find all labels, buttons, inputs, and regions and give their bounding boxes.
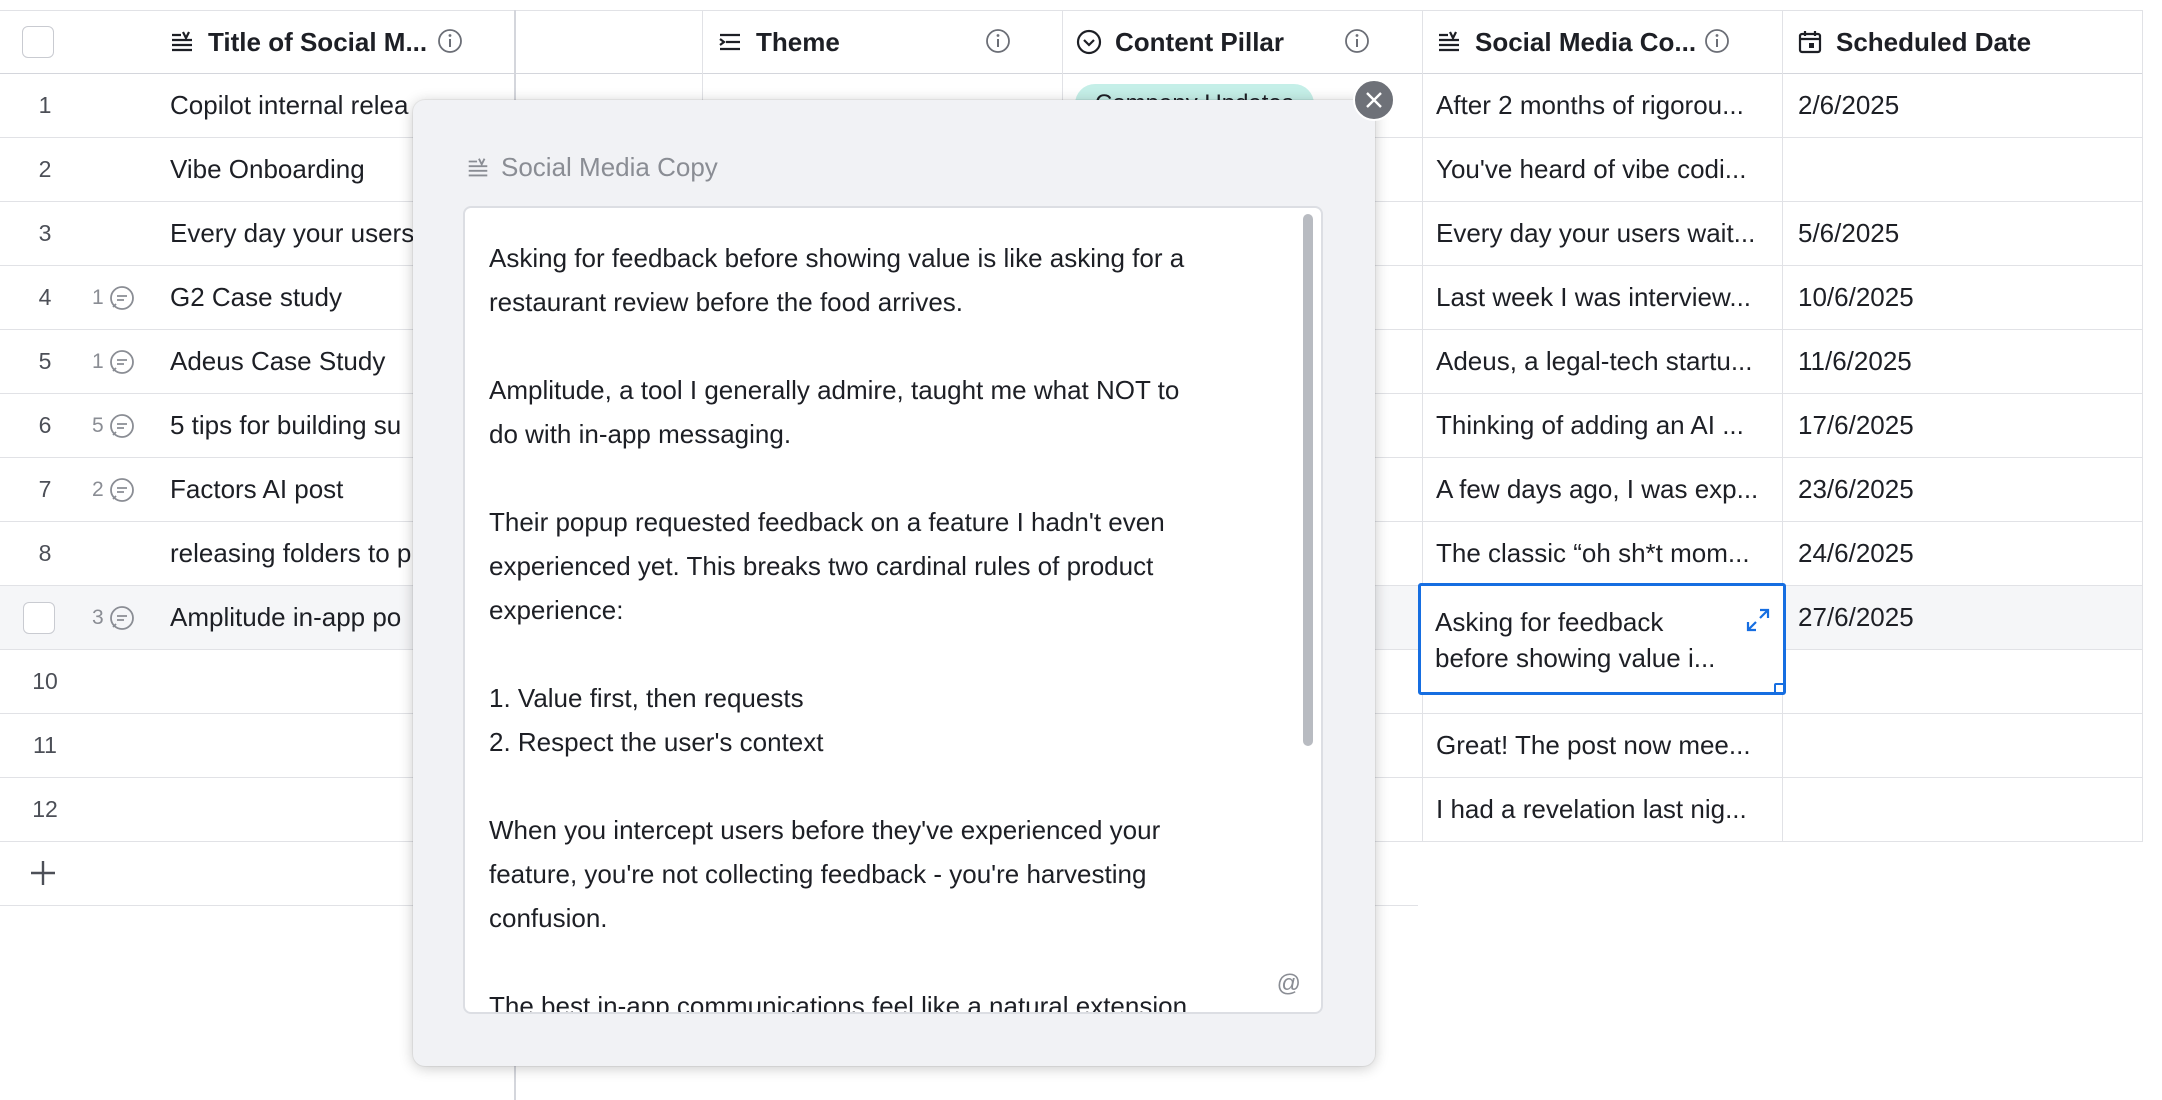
- scheduled-date-cell[interactable]: [1798, 714, 2138, 777]
- column-header-theme-label: Theme: [756, 26, 840, 57]
- comment-icon: [109, 413, 134, 438]
- modal-field-label-text: Social Media Copy: [501, 152, 718, 182]
- long-text-editor[interactable]: Asking for feedback before showing value…: [463, 206, 1323, 1014]
- info-icon[interactable]: [1343, 27, 1371, 55]
- social-media-copy-cell[interactable]: The classic “oh sh*t mom...: [1436, 522, 1772, 585]
- column-header-scheduled-date-label: Scheduled Date: [1836, 26, 2032, 57]
- info-icon[interactable]: [1703, 27, 1731, 55]
- comment-count-label: 2: [92, 477, 104, 501]
- row-number: 12: [32, 796, 58, 822]
- row-number: 1: [38, 92, 52, 118]
- scheduled-date-cell[interactable]: [1798, 778, 2138, 841]
- row-number: 3: [38, 220, 52, 246]
- plus-icon[interactable]: [28, 858, 58, 893]
- scheduled-date-cell[interactable]: 2/6/2025: [1798, 74, 2138, 137]
- expanded-cell-modal: Social Media Copy Asking for feedback be…: [413, 100, 1375, 1066]
- mention-button[interactable]: @: [1277, 970, 1301, 998]
- scheduled-date-cell[interactable]: 27/6/2025: [1798, 586, 2138, 649]
- column-header-content-pillar-label: Content Pillar: [1115, 26, 1285, 57]
- info-icon[interactable]: [436, 27, 464, 55]
- column-header-theme[interactable]: Theme: [716, 11, 1056, 73]
- comment-count[interactable]: 1: [92, 266, 136, 329]
- comment-count[interactable]: 3: [92, 586, 136, 649]
- select-all-checkbox[interactable]: [22, 26, 54, 58]
- long-text-content[interactable]: Asking for feedback before showing value…: [489, 236, 1249, 1012]
- social-media-copy-cell[interactable]: Every day your users wait...: [1436, 202, 1772, 265]
- scrollbar[interactable]: [1303, 214, 1313, 746]
- info-icon[interactable]: [984, 27, 1012, 55]
- expand-icon[interactable]: [1745, 606, 1771, 632]
- comment-icon: [109, 477, 134, 502]
- social-media-copy-cell[interactable]: After 2 months of rigorou...: [1436, 74, 1772, 137]
- row-number: 2: [38, 156, 52, 182]
- social-media-copy-cell[interactable]: Thinking of adding an AI ...: [1436, 394, 1772, 457]
- long-text-icon: [1435, 28, 1463, 56]
- column-header-social-media-copy[interactable]: Social Media Co...: [1435, 11, 1775, 73]
- select-all-cell[interactable]: [22, 11, 54, 73]
- comment-icon: [109, 285, 134, 310]
- comment-count[interactable]: 5: [92, 394, 136, 457]
- social-media-copy-cell[interactable]: I had a revelation last nig...: [1436, 778, 1772, 841]
- single-select-icon: [1075, 28, 1103, 56]
- active-cell-editor[interactable]: Asking for feedback before showing value…: [1418, 583, 1786, 695]
- row-number: 11: [33, 732, 57, 758]
- row-number: 4: [38, 284, 52, 310]
- comment-count[interactable]: 1: [92, 330, 136, 393]
- row-number: 6: [38, 412, 52, 438]
- row-number: 7: [38, 476, 52, 502]
- social-media-copy-cell[interactable]: Great! The post now mee...: [1436, 714, 1772, 777]
- comment-count-label: 1: [92, 349, 104, 373]
- column-header-social-media-copy-label: Social Media Co...: [1475, 26, 1697, 57]
- long-text-icon: [468, 157, 488, 176]
- fill-handle[interactable]: [1774, 683, 1783, 692]
- active-cell-text: Asking for feedback before showing value…: [1435, 607, 1716, 673]
- comment-count-label: 3: [92, 605, 104, 629]
- close-icon: [1366, 92, 1382, 108]
- social-media-copy-cell[interactable]: Last week I was interview...: [1436, 266, 1772, 329]
- row-number: 5: [38, 348, 52, 374]
- scheduled-date-cell[interactable]: [1798, 650, 2138, 713]
- comment-icon: [109, 349, 134, 374]
- row-checkbox-cell: [0, 586, 90, 649]
- column-header-content-pillar[interactable]: Content Pillar: [1075, 11, 1415, 73]
- social-media-copy-cell[interactable]: You've heard of vibe codi...: [1436, 138, 1772, 201]
- scheduled-date-cell[interactable]: 24/6/2025: [1798, 522, 2138, 585]
- scheduled-date-cell[interactable]: 5/6/2025: [1798, 202, 2138, 265]
- social-media-copy-cell[interactable]: Adeus, a legal-tech startu...: [1436, 330, 1772, 393]
- calendar-icon: [1796, 28, 1824, 56]
- social-media-copy-cell[interactable]: A few days ago, I was exp...: [1436, 458, 1772, 521]
- comment-count-label: 1: [92, 285, 104, 309]
- column-header-title[interactable]: Title of Social M...: [168, 11, 508, 73]
- close-button[interactable]: [1353, 79, 1395, 121]
- comment-icon: [109, 605, 134, 630]
- long-text-icon: [168, 28, 196, 56]
- column-header-title-label: Title of Social M...: [208, 26, 428, 57]
- column-divider: [2142, 10, 2143, 842]
- long-text-icon: [716, 28, 744, 56]
- grid-header: Title of Social M... Theme Content Pilla…: [0, 10, 2142, 74]
- scheduled-date-cell[interactable]: 17/6/2025: [1798, 394, 2138, 457]
- comment-count[interactable]: 2: [92, 458, 136, 521]
- comment-count-label: 5: [92, 413, 104, 437]
- row-number: 8: [38, 540, 52, 566]
- scheduled-date-cell[interactable]: [1798, 138, 2138, 201]
- modal-field-label: Social Media Copy: [465, 152, 718, 183]
- scheduled-date-cell[interactable]: 11/6/2025: [1798, 330, 2138, 393]
- row-number: 10: [32, 668, 58, 694]
- row-checkbox[interactable]: [23, 601, 55, 634]
- scheduled-date-cell[interactable]: 10/6/2025: [1798, 266, 2138, 329]
- column-header-scheduled-date[interactable]: Scheduled Date: [1796, 11, 2136, 73]
- scheduled-date-cell[interactable]: 23/6/2025: [1798, 458, 2138, 521]
